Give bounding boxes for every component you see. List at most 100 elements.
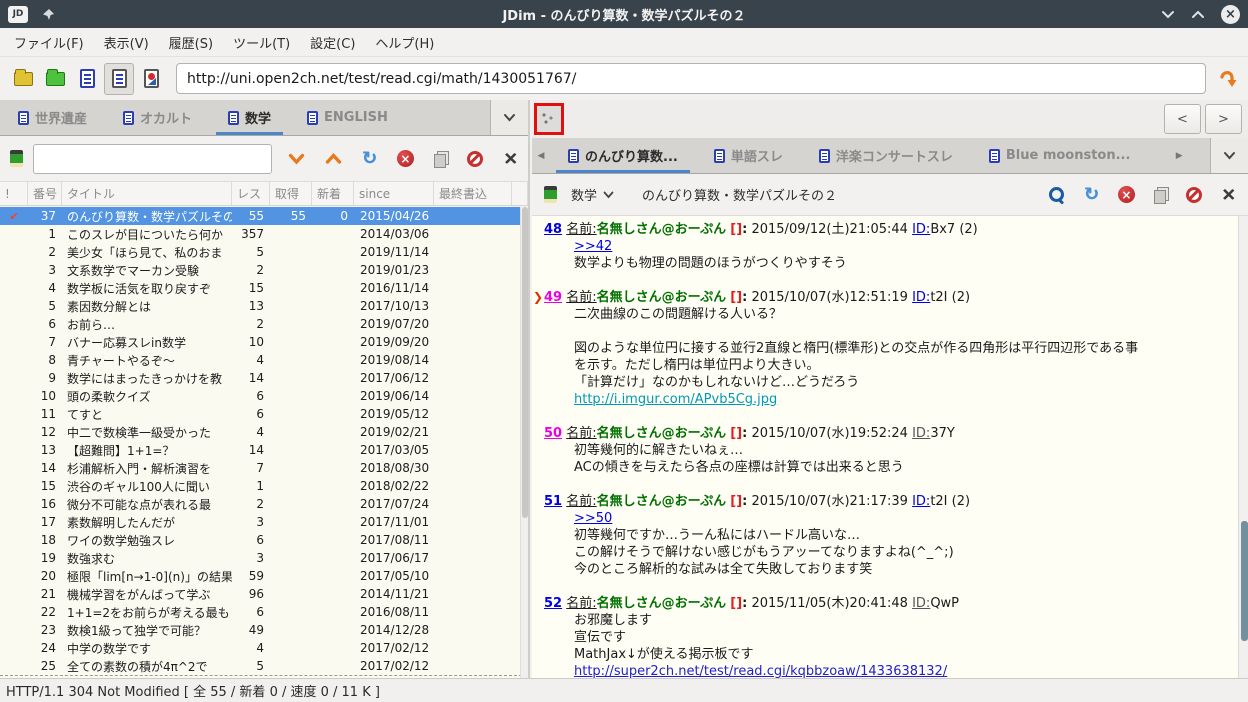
table-row[interactable]: 4 数学板に活気を取り戻すぞ 15 2016/11/14 [0,279,522,297]
image-thumbnail-tab[interactable] [534,103,564,135]
scrollbar-thumb[interactable] [1240,520,1248,642]
copy-icon[interactable] [433,151,449,168]
abort-icon[interactable] [1185,186,1202,203]
thread-tab-bluemoonstone[interactable]: Blue moonston... [971,138,1149,173]
table-row[interactable]: 8 青チャートやるぞ～ 4 2019/08/14 [0,351,522,369]
thread-scrollbar[interactable] [1238,216,1248,678]
board-tab-occult[interactable]: オカルト [105,100,210,135]
tab-scroll-right-icon[interactable]: ▶ [1170,138,1188,173]
thread-tab-tango[interactable]: 単語スレ [696,138,801,173]
col-res[interactable]: レス [232,182,270,205]
thread-view-button[interactable] [104,62,134,95]
board-tab-list-button[interactable] [490,100,528,135]
table-row[interactable]: 25 全ての素数の積が4π^2で 5 2017/02/12 [0,657,522,675]
pencil-write-icon[interactable] [10,150,23,167]
table-row[interactable]: 18 ワイの数学勉強スレ 6 2017/08/11 [0,531,522,549]
bbs-list-button[interactable] [8,63,38,95]
menu-history[interactable]: 履歴(S) [159,29,223,56]
menu-help[interactable]: ヘルプ(H) [365,29,444,56]
thread-tab-list-button[interactable] [1209,138,1248,173]
thread-tab-nonbiri[interactable]: のんびり算数... [550,138,696,173]
post-number-link[interactable]: 51 [544,494,562,509]
table-row[interactable]: 2 美少女「ほら見て、私のおま 5 2019/11/14 [0,243,522,261]
post-number-link[interactable]: 52 [544,596,562,611]
stop-icon[interactable]: × [1117,186,1135,203]
table-row[interactable]: 16 微分不可能な点が表れる最 2 2017/07/24 [0,495,522,513]
search-icon[interactable] [1048,186,1065,203]
table-row[interactable]: 9 数学にはまったきっかけを教 14 2017/06/12 [0,369,522,387]
table-row[interactable]: 6 お前ら… 2 2019/07/20 [0,315,522,333]
col-since[interactable]: since [354,182,434,205]
url-jump-button[interactable] [1216,67,1240,91]
post-url-link[interactable]: http://i.imgur.com/APvb5Cg.jpg [574,392,777,407]
table-row[interactable]: 24 中学の数学です 4 2017/02/12 [0,639,522,657]
thread-view[interactable]: 48 名前:名無しさん@おーぷん []: 2015/09/12(土)21:05:… [532,216,1240,678]
reload-icon[interactable]: ↻ [1084,185,1099,204]
table-row[interactable]: 1 このスレが目についたら何か 357 2014/03/06 [0,225,522,243]
maximize-button[interactable] [1191,10,1205,19]
search-down-icon[interactable] [288,153,305,165]
close-tab-icon[interactable]: × [1221,185,1236,204]
table-row[interactable]: 22 1+1=2をお前らが考える最も 6 2016/08/11 [0,603,522,621]
favorites-button[interactable] [40,63,70,95]
post-number-link[interactable]: 50 [544,426,562,441]
board-select[interactable]: 数学 [571,185,614,204]
thread-filter-input[interactable] [33,143,272,174]
col-lastwrite[interactable]: 最終書込 [434,182,512,205]
col-title[interactable]: タイトル [62,182,232,205]
table-row[interactable]: 19 数強求む 3 2017/06/17 [0,549,522,567]
close-tab-icon[interactable]: × [503,149,518,168]
reload-icon[interactable]: ↻ [362,149,377,168]
image-view-button[interactable] [136,63,166,95]
table-row[interactable]: 23 数検1級って独学で可能？ 49 2014/12/28 [0,621,522,639]
stop-icon[interactable]: × [396,150,414,167]
table-row[interactable]: ✔ 37 のんびり算数・数学パズルその２ 55 55 0 2015/04/26 [0,207,522,225]
table-row[interactable]: 5 素因数分解とは 13 2017/10/13 [0,297,522,315]
table-row[interactable]: 12 中二で数検準一級受かった 4 2019/02/21 [0,423,522,441]
search-up-icon[interactable] [325,152,342,165]
col-mark[interactable]: ! [0,182,28,205]
minimize-button[interactable] [1161,10,1175,19]
scrollbar-thumb[interactable] [522,207,528,518]
table-row[interactable]: 3 文系数学でマーカン受験 2 2019/01/23 [0,261,522,279]
menu-view[interactable]: 表示(V) [94,29,159,56]
board-view-button[interactable] [72,63,102,95]
table-row[interactable]: 11 てすと 6 2019/05/12 [0,405,522,423]
col-got[interactable]: 取得 [270,182,312,205]
post-id-link[interactable]: ID: [912,290,930,305]
thread-list-scrollbar[interactable] [520,207,528,678]
post-anchor-link[interactable]: >>50 [574,511,612,526]
col-number[interactable]: 番号 [28,182,62,205]
board-tab-math[interactable]: 数学 [210,100,289,135]
pin-icon[interactable] [42,8,55,21]
menu-tools[interactable]: ツール(T) [223,29,300,56]
post-url-link[interactable]: http://super2ch.net/test/read.cgi/kqbbzo… [574,664,947,678]
table-row[interactable]: 17 素数解明したんだが 3 2017/11/01 [0,513,522,531]
close-button[interactable]: × [1221,4,1240,24]
abort-icon[interactable] [466,150,483,167]
table-row[interactable]: 20 極限「lim[n→1-0](n)」の結果 59 2017/05/10 [0,567,522,585]
url-input[interactable] [176,63,1206,94]
thread-tab-yougaku[interactable]: 洋楽コンサートスレ [801,138,971,173]
prev-button[interactable]: < [1164,104,1201,134]
tab-scroll-left-icon[interactable]: ◀ [532,138,550,173]
copy-icon[interactable] [1153,187,1169,204]
menu-file[interactable]: ファイル(F) [4,29,94,56]
post-id-link[interactable]: ID: [912,222,930,237]
board-tab-english[interactable]: ENGLISH [289,100,406,135]
post-anchor-link[interactable]: >>42 [574,239,612,254]
table-row[interactable]: 15 渋谷のギャル100人に聞い 1 2018/02/22 [0,477,522,495]
board-tab-sekaiisan[interactable]: 世界遺産 [0,100,105,135]
table-row[interactable]: 10 頭の柔軟クイズ 6 2019/06/14 [0,387,522,405]
table-row[interactable]: 21 機械学習をがんばって学ぶ 96 2014/11/21 [0,585,522,603]
table-row[interactable]: 7 バナー応募スレin数学 10 2019/09/20 [0,333,522,351]
pencil-write-icon[interactable] [544,186,557,203]
table-row[interactable]: 13 【超難問】1+1=？ 14 2017/03/05 [0,441,522,459]
menu-settings[interactable]: 設定(C) [300,29,365,56]
next-button[interactable]: > [1205,104,1242,134]
post-number-link[interactable]: 49 [544,290,562,305]
table-row[interactable]: 14 杉浦解析入門・解析演習を 7 2018/08/30 [0,459,522,477]
col-new[interactable]: 新着 [312,182,354,205]
post-id-link[interactable]: ID: [912,494,930,509]
post-number-link[interactable]: 48 [544,222,562,237]
